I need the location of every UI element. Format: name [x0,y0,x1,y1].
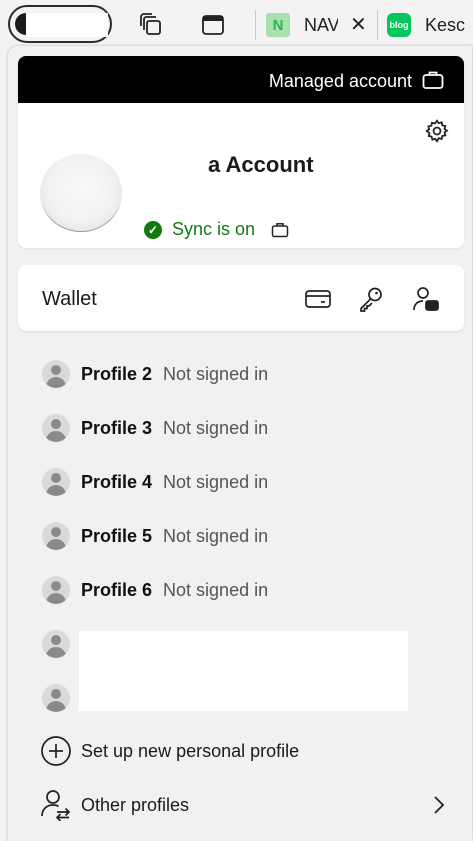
tab-title: Kesc [425,14,466,35]
tab-separator [255,10,256,40]
profile-avatar-icon [42,468,70,496]
profile-button[interactable] [8,5,112,43]
profile-item[interactable]: Profile 6 Not signed in [42,575,268,605]
sync-status-text: Sync is on [172,219,256,239]
new-profile-label: Set up new personal profile [81,740,300,761]
add-circle-icon [41,736,71,766]
other-profiles-label: Other profiles [81,794,190,815]
profile-item[interactable] [42,683,81,713]
profile-name: Profile 2 [81,363,153,384]
tab-strip: N NAV ✕ blog Kesc [0,0,473,48]
profile-avatar-icon [42,522,70,550]
profile-name: Profile 4 [81,471,153,492]
sync-status[interactable]: ✓ Sync is on [144,219,289,240]
managed-account-label: Managed account [268,71,412,91]
profile-avatar-icon [42,414,70,442]
other-profiles-button[interactable]: Other profiles [40,788,189,822]
sync-check-icon: ✓ [144,220,162,239]
profile-name: Profile 3 [81,417,153,438]
redacted-profiles [79,631,408,711]
profile-avatar-icon [42,576,70,604]
tab-favicon: N [266,13,290,37]
profile-item[interactable] [42,629,81,659]
briefcase-icon [271,222,289,237]
profile-status: Not signed in [163,525,269,546]
account-name-redacted [128,150,208,186]
close-tab-icon[interactable]: ✕ [350,15,367,35]
account-avatar[interactable] [40,154,122,232]
profile-item[interactable]: Profile 5 Not signed in [42,521,268,551]
profile-name: Profile 5 [81,525,153,546]
account-name: a Account [208,152,314,177]
profile-item[interactable]: Profile 3 Not signed in [42,413,268,443]
payment-card-icon[interactable] [304,286,332,312]
wallet-label: Wallet [42,288,97,310]
new-profile-button[interactable]: Set up new personal profile [40,734,299,768]
profile-avatar-icon [42,630,70,658]
profile-avatar-icon [42,684,70,712]
chevron-right-icon[interactable] [432,793,446,817]
briefcase-icon [422,71,444,89]
password-key-icon[interactable] [357,286,385,312]
profile-item[interactable]: Profile 4 Not signed in [42,467,268,497]
account-card: Managed account a Account ✓ Sync is on [18,56,464,248]
profile-status: Not signed in [163,471,269,492]
workspaces-icon[interactable] [138,12,164,38]
tab-blog[interactable]: blog Kesc [387,8,473,42]
switch-profile-icon [41,790,71,821]
profile-avatar-icon [42,360,70,388]
tab-title: NAV [304,14,338,35]
tab-favicon: blog [387,13,411,37]
wallet-card[interactable]: Wallet [18,265,464,331]
profile-status: Not signed in [163,579,269,600]
managed-account-bar: Managed account [18,56,464,103]
personal-info-icon[interactable] [412,286,440,312]
profile-name-redacted [26,13,108,37]
profile-status: Not signed in [163,417,269,438]
tab-separator [377,10,378,40]
tab-actions-icon[interactable] [200,12,226,38]
profile-name: Profile 6 [81,579,153,600]
profile-status: Not signed in [163,363,269,384]
settings-gear-icon[interactable] [424,118,450,144]
profile-flyout: Managed account a Account ✓ Sync is on W… [8,46,472,841]
profile-item[interactable]: Profile 2 Not signed in [42,359,268,389]
tab-nav[interactable]: N NAV ✕ [266,8,370,42]
